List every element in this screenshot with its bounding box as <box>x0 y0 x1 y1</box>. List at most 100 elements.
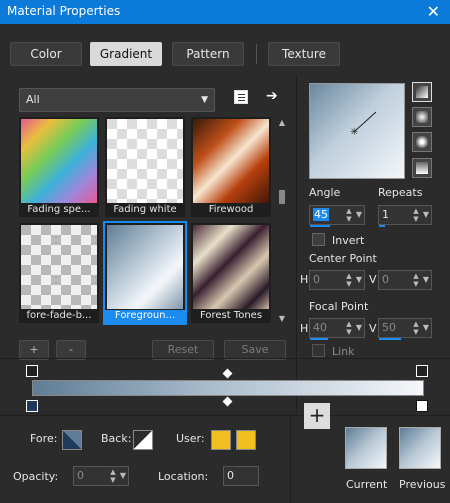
dropdown-arrow-icon[interactable]: ▼ <box>421 320 431 336</box>
spin-updown-icon[interactable]: ▲ ▼ <box>411 207 421 223</box>
angle-value: 45 <box>313 208 329 221</box>
gradient-preview[interactable]: ✳ <box>309 83 405 179</box>
repeats-label: Repeats <box>378 186 423 199</box>
thumb-swatch <box>107 119 183 203</box>
spin-updown-icon[interactable]: ▲ ▼ <box>411 320 421 336</box>
opacity-value: 0 <box>77 469 84 482</box>
tab-separator <box>256 44 257 64</box>
center-v-label: V <box>369 273 377 286</box>
dropdown-arrow-icon[interactable]: ▼ <box>354 207 364 223</box>
repeats-slider-bar[interactable] <box>379 225 385 227</box>
focal-v-slider-bar[interactable] <box>379 338 401 340</box>
focal-v-spinbox[interactable]: 50 ▲ ▼ ▼ <box>378 318 432 340</box>
center-h-value: 0 <box>313 273 320 286</box>
rectangular-style-button[interactable] <box>412 107 432 127</box>
gradient-thumb-fading-spectrum[interactable]: Fading spe... <box>19 117 99 217</box>
repeats-spinbox[interactable]: 1 ▲ ▼ ▼ <box>378 205 432 227</box>
gradient-editor-bar[interactable] <box>32 380 424 396</box>
repeats-value: 1 <box>382 208 389 221</box>
fore-swatch[interactable] <box>62 430 82 450</box>
spin-updown-icon[interactable]: ▲ ▼ <box>344 272 354 288</box>
close-icon[interactable]: ✕ <box>427 2 440 21</box>
thumbnail-scrollbar[interactable]: ▲ ▼ <box>277 118 287 324</box>
link-label: Link <box>332 345 355 358</box>
thumb-label: Fading white <box>113 204 177 215</box>
spin-updown-icon[interactable]: ▲ ▼ <box>344 320 354 336</box>
angle-label: Angle <box>309 186 341 199</box>
tab-color[interactable]: Color <box>10 42 82 66</box>
save-button[interactable]: Save <box>224 340 286 360</box>
gradient-thumb-fading-white[interactable]: Fading white <box>105 117 185 217</box>
fore-label: Fore: <box>30 432 58 445</box>
chevron-up-icon[interactable]: ▲ <box>277 118 287 128</box>
angle-spinbox[interactable]: 45 ▲ ▼ ▼ <box>309 205 365 227</box>
arrow-right-icon[interactable]: ➔ <box>266 88 278 104</box>
library-icon[interactable] <box>234 90 248 104</box>
stop-left-icon[interactable] <box>26 400 38 412</box>
thumb-swatch <box>107 225 183 309</box>
bottom-divider <box>290 415 291 503</box>
window-title: Material Properties <box>7 4 121 18</box>
stop-right-icon[interactable] <box>416 400 428 412</box>
dropdown-arrow-icon[interactable]: ▼ <box>421 272 431 288</box>
current-preview <box>345 427 387 469</box>
invert-checkbox[interactable] <box>312 233 325 246</box>
focal-h-slider-bar[interactable] <box>310 338 328 340</box>
angle-handle-icon: ✳ <box>350 111 377 138</box>
back-swatch[interactable] <box>133 430 153 450</box>
svg-text:✳: ✳ <box>350 127 358 138</box>
tab-texture[interactable]: Texture <box>268 42 340 66</box>
dropdown-arrow-icon[interactable]: ▼ <box>421 207 431 223</box>
tab-gradient[interactable]: Gradient <box>90 42 162 66</box>
midpoint-diamond-icon[interactable] <box>222 396 233 407</box>
start-stop-icon[interactable] <box>26 365 38 377</box>
spin-updown-icon[interactable]: ▲ ▼ <box>411 272 421 288</box>
thumb-label: Foregroun... <box>105 310 185 323</box>
angle-slider-bar[interactable] <box>310 225 330 227</box>
dropdown-arrow-icon[interactable]: ▼ <box>354 272 364 288</box>
end-stop-icon[interactable] <box>416 365 428 377</box>
current-label: Current <box>346 478 388 491</box>
focal-point-label: Focal Point <box>309 300 369 313</box>
add-gradient-button[interactable]: + <box>19 340 49 360</box>
previous-preview[interactable] <box>399 427 441 469</box>
linear-style-button[interactable] <box>412 82 432 102</box>
section-divider <box>0 358 450 359</box>
category-select[interactable]: All ▼ <box>19 88 215 112</box>
sunburst-style-button[interactable] <box>412 132 432 152</box>
spin-updown-icon[interactable]: ▲ ▼ <box>108 468 118 484</box>
gradient-thumb-foreground[interactable]: Foregroun... <box>103 221 187 325</box>
radial-style-button[interactable] <box>412 158 432 178</box>
invert-label: Invert <box>332 234 365 247</box>
user-swatch-2[interactable] <box>236 430 256 450</box>
remove-gradient-button[interactable]: - <box>56 340 86 360</box>
thumb-swatch <box>21 119 97 203</box>
scrollbar-thumb[interactable] <box>279 190 285 204</box>
center-v-spinbox[interactable]: 0 ▲ ▼ ▼ <box>378 270 432 290</box>
location-label: Location: <box>158 470 209 483</box>
focal-v-value: 50 <box>382 321 396 334</box>
opacity-spinbox[interactable]: 0 ▲ ▼ ▼ <box>73 466 129 486</box>
chevron-down-icon[interactable]: ▼ <box>277 314 287 324</box>
reset-button[interactable]: Reset <box>152 340 214 360</box>
location-input[interactable]: 0 <box>223 466 259 486</box>
chevron-down-icon: ▼ <box>201 95 208 105</box>
center-h-label: H <box>300 273 309 286</box>
tab-pattern[interactable]: Pattern <box>172 42 244 66</box>
dropdown-arrow-icon[interactable]: ▼ <box>354 320 364 336</box>
panel-divider <box>296 76 297 414</box>
focal-h-spinbox[interactable]: 40 ▲ ▼ ▼ <box>309 318 365 340</box>
center-h-spinbox[interactable]: 0 ▲ ▼ ▼ <box>309 270 365 290</box>
spin-updown-icon[interactable]: ▲ ▼ <box>344 207 354 223</box>
previous-label: Previous <box>399 478 446 491</box>
gradient-thumb-fore-fade[interactable]: fore-fade-b... <box>19 223 99 323</box>
add-to-swatches-button[interactable]: + <box>304 403 330 429</box>
midpoint-diamond-icon[interactable] <box>222 368 233 379</box>
dropdown-arrow-icon[interactable]: ▼ <box>118 468 128 484</box>
link-checkbox[interactable] <box>312 344 325 357</box>
category-select-value: All <box>26 93 40 106</box>
gradient-thumb-forest-tones[interactable]: Forest Tones <box>191 223 271 323</box>
gradient-thumb-firewood[interactable]: Firewood <box>191 117 271 217</box>
user-swatch-1[interactable] <box>211 430 231 450</box>
thumb-label: Forest Tones <box>199 310 263 321</box>
